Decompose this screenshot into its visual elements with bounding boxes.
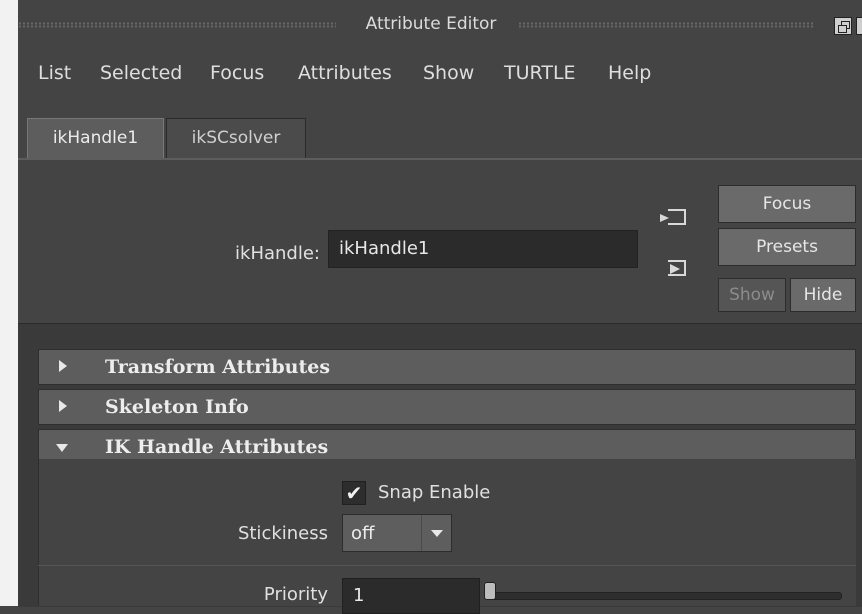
focus-button[interactable]: Focus [718, 185, 856, 223]
drag-grip-right[interactable] [518, 22, 814, 28]
menu-turtle[interactable]: TURTLE [504, 62, 576, 84]
section-label: Transform Attributes [105, 356, 331, 378]
close-icon[interactable]: × [856, 17, 862, 35]
input-connections-icon[interactable] [660, 209, 686, 225]
tab-ikhandle1[interactable]: ikHandle1 [27, 118, 164, 158]
menu-help[interactable]: Help [608, 62, 651, 84]
window-title: Attribute Editor [365, 14, 497, 34]
float-window-icon[interactable] [834, 17, 852, 35]
menu-selected[interactable]: Selected [100, 62, 182, 84]
section-label: Skeleton Info [105, 396, 249, 418]
expand-arrow-icon [59, 400, 67, 412]
menu-list[interactable]: List [38, 62, 71, 84]
dropdown-separator [421, 515, 422, 551]
node-name-field[interactable]: ikHandle1 [328, 230, 638, 268]
menu-show[interactable]: Show [423, 62, 474, 84]
node-tabs: ikHandle1 ikSCsolver [18, 100, 862, 158]
outer-margin [0, 0, 18, 606]
menu-bar: List Selected Focus Attributes Show TURT… [18, 50, 862, 100]
presets-button[interactable]: Presets [718, 228, 856, 266]
stickiness-value: off [351, 523, 375, 544]
snap-enable-label: Snap Enable [378, 482, 491, 503]
show-button[interactable]: Show [718, 278, 786, 312]
node-name-label: ikHandle: [235, 243, 320, 264]
priority-label: Priority [263, 584, 328, 605]
title-bar[interactable]: Attribute Editor × [18, 0, 862, 50]
hide-button[interactable]: Hide [790, 278, 856, 312]
snap-enable-checkbox[interactable]: ✔ [342, 481, 366, 505]
stickiness-label: Stickiness [237, 523, 328, 544]
priority-slider-handle[interactable] [484, 582, 496, 600]
section-label: IK Handle Attributes [105, 436, 329, 458]
priority-slider[interactable] [490, 592, 842, 600]
stickiness-dropdown[interactable]: off [342, 514, 452, 552]
attribute-divider [38, 565, 856, 566]
section-skeleton-info[interactable]: Skeleton Info [38, 389, 856, 425]
priority-field[interactable]: 1 [342, 578, 480, 614]
expand-arrow-icon [59, 360, 67, 372]
section-transform-attributes[interactable]: Transform Attributes [38, 349, 856, 385]
menu-attributes[interactable]: Attributes [298, 62, 392, 84]
collapse-arrow-icon [56, 444, 68, 452]
chevron-down-icon [431, 530, 443, 537]
output-connections-icon[interactable] [668, 260, 686, 276]
menu-focus[interactable]: Focus [210, 62, 264, 84]
drag-grip-left[interactable] [18, 22, 336, 28]
tab-iksolver[interactable]: ikSCsolver [166, 118, 306, 158]
